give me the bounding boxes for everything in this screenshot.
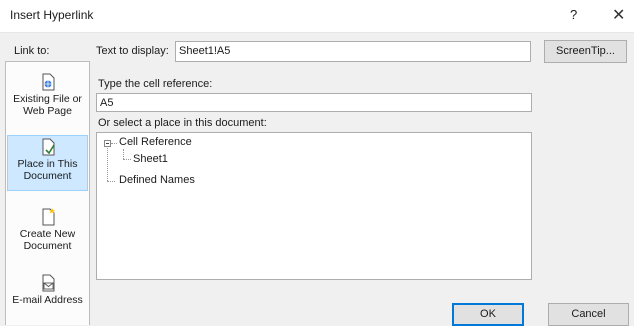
title-separator [0,32,634,33]
dialog-title: Insert Hyperlink [10,8,94,22]
link-item-label: Place in This Document [17,158,78,182]
link-to-place-in-document[interactable]: Place in This Document [7,135,88,191]
text-to-display-label: Text to display: [96,45,169,57]
ok-button[interactable]: OK [452,303,524,326]
tree-node-sheet1[interactable]: Sheet1 [133,153,168,165]
tree-node-defined-names[interactable]: Defined Names [119,174,195,186]
tree-connector [107,148,108,181]
help-button[interactable]: ? [570,7,577,22]
tree-node-cell-reference[interactable]: Cell Reference [119,136,192,148]
text-to-display-input[interactable]: Sheet1!A5 [175,41,531,62]
cancel-button[interactable]: Cancel [548,303,629,326]
collapse-icon[interactable] [104,140,111,147]
email-address-icon [42,274,54,292]
cell-reference-label: Type the cell reference: [98,78,213,90]
link-item-label: Create New Document [19,228,76,252]
tree-connector [111,143,117,144]
place-tree[interactable]: Cell Reference Sheet1 Defined Names [96,132,532,280]
close-button[interactable]: ✕ [612,5,625,25]
link-item-label: E-mail Address [12,294,83,306]
link-to-existing-file[interactable]: Existing File or Web Page [7,70,88,131]
link-to-label: Link to: [14,45,50,57]
title-bar [0,0,634,32]
screentip-button[interactable]: ScreenTip... [544,40,627,63]
select-place-label: Or select a place in this document: [98,117,267,129]
link-item-label: Existing File or Web Page [13,93,82,117]
cell-reference-input[interactable]: A5 [96,93,532,112]
tree-connector [123,149,124,159]
create-new-document-icon [42,208,55,226]
existing-file-icon [42,73,54,91]
link-to-email-address[interactable]: E-mail Address [7,272,88,326]
link-to-create-new-document[interactable]: Create New Document [7,206,88,264]
place-in-document-icon [42,138,55,156]
tree-connector [123,159,131,160]
link-to-panel: Existing File or Web Page Place in This … [5,61,90,325]
tree-connector [107,181,115,182]
